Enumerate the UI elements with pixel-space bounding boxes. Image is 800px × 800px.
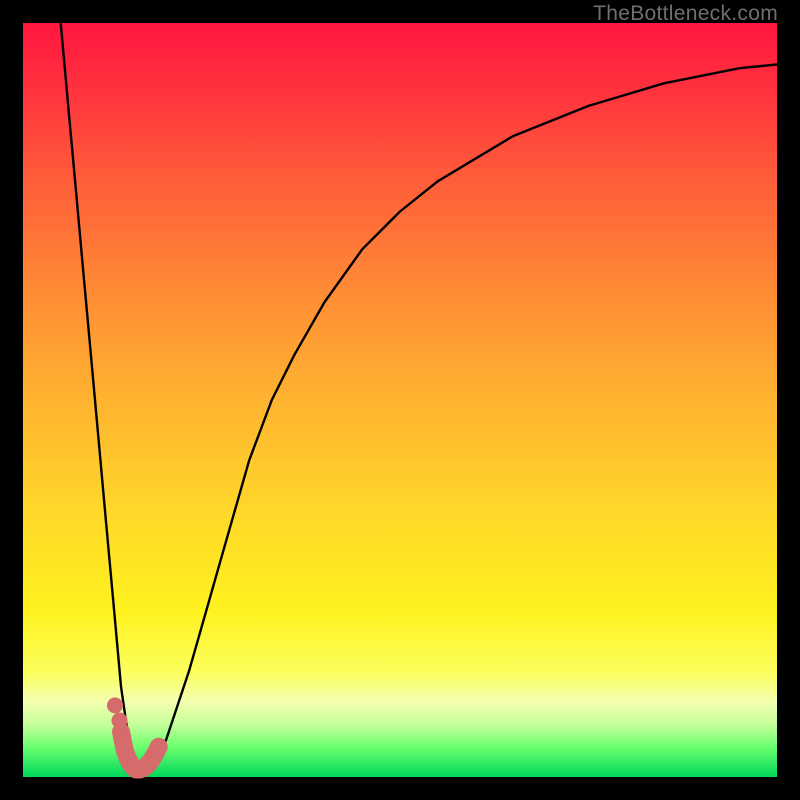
curve-path (61, 23, 777, 770)
chart-svg (23, 23, 777, 777)
highlight-dot (107, 697, 123, 713)
chart-frame: TheBottleneck.com (0, 0, 800, 800)
highlight-band-path (121, 732, 159, 770)
chart-plot-area (23, 23, 777, 777)
highlight-dot (112, 713, 128, 729)
